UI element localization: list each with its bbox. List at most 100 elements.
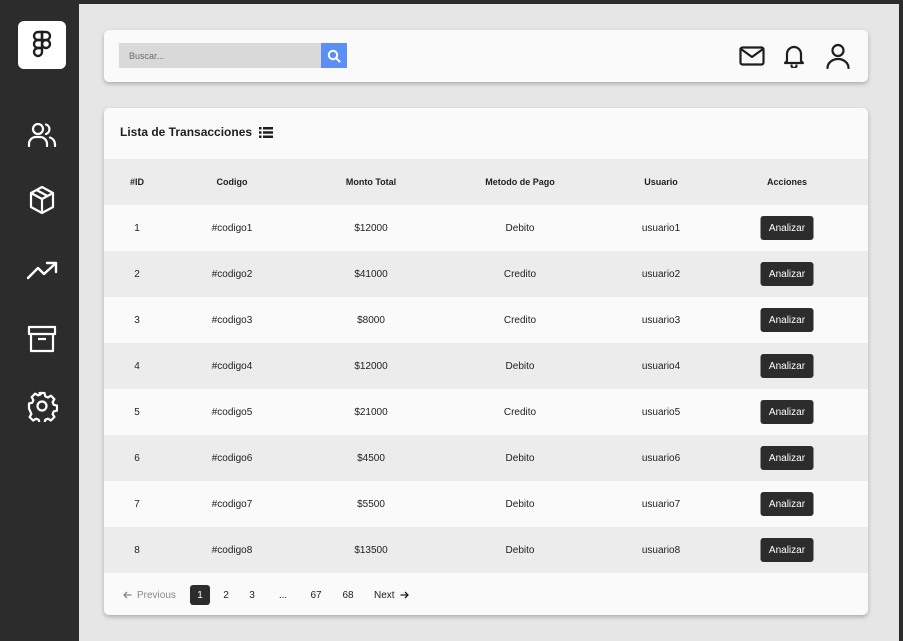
transactions-table: #ID Codigo Monto Total Metodo de Pago Us… (104, 159, 868, 573)
page-ellipsis: ... (278, 589, 288, 601)
cell-acciones: Analizar (760, 481, 814, 527)
cell-codigo: #codigo6 (211, 452, 253, 464)
search-button[interactable] (321, 43, 347, 68)
cell-monto: $8000 (357, 314, 385, 326)
cell-monto: $12000 (354, 222, 388, 234)
bell-icon[interactable] (780, 42, 808, 70)
cell-usuario: usuario6 (641, 452, 681, 464)
list-icon (259, 126, 274, 138)
card-title: Lista de Transacciones (120, 125, 274, 139)
table-row: 3 #codigo3 $8000 Credito usuario3 Analizar (104, 297, 868, 343)
transactions-card: Lista de Transacciones #ID Codigo Monto … (104, 108, 868, 615)
figma-logo-icon[interactable] (18, 21, 66, 69)
cell-id: 1 (134, 222, 140, 234)
cell-codigo: #codigo3 (211, 314, 253, 326)
cell-metodo: Credito (503, 406, 537, 418)
cell-acciones: Analizar (760, 527, 814, 573)
page-3[interactable]: 3 (242, 585, 262, 605)
cell-id: 4 (134, 360, 140, 372)
cell-acciones: Analizar (760, 297, 814, 343)
table-row: 2 #codigo2 $41000 Credito usuario2 Analizar (104, 251, 868, 297)
table-header: #ID Codigo Monto Total Metodo de Pago Us… (104, 159, 868, 205)
cell-codigo: #codigo5 (211, 406, 253, 418)
cell-usuario: usuario3 (641, 314, 681, 326)
analizar-button[interactable]: Analizar (760, 538, 814, 562)
trending-up-icon[interactable] (23, 251, 61, 289)
cell-usuario: usuario8 (641, 544, 681, 556)
analizar-button[interactable]: Analizar (760, 400, 814, 424)
cell-acciones: Analizar (760, 343, 814, 389)
cell-usuario: usuario7 (641, 498, 681, 510)
cell-codigo: #codigo4 (211, 360, 253, 372)
sidebar (0, 4, 79, 641)
cell-metodo: Debito (505, 498, 535, 510)
header-acciones: Acciones (766, 177, 808, 187)
header-monto: Monto Total (345, 177, 397, 187)
cell-id: 5 (134, 406, 140, 418)
analizar-button[interactable]: Analizar (760, 308, 814, 332)
cell-monto: $41000 (354, 268, 388, 280)
app-window: Lista de Transacciones #ID Codigo Monto … (0, 0, 903, 641)
page-2[interactable]: 2 (216, 585, 236, 605)
cell-usuario: usuario4 (641, 360, 681, 372)
next-button[interactable]: Next (374, 585, 409, 605)
cell-metodo: Debito (505, 452, 535, 464)
cell-acciones: Analizar (760, 389, 814, 435)
analizar-button[interactable]: Analizar (760, 354, 814, 378)
cell-monto: $12000 (354, 360, 388, 372)
mail-icon[interactable] (738, 42, 766, 70)
cell-id: 2 (134, 268, 140, 280)
cell-usuario: usuario5 (641, 406, 681, 418)
pagination: Previous 1 2 3 ... 67 68 Next (104, 585, 868, 605)
table-row: 4 #codigo4 $12000 Debito usuario4 Analizar (104, 343, 868, 389)
cell-monto: $13500 (354, 544, 388, 556)
header-id: #ID (129, 177, 145, 187)
cell-codigo: #codigo7 (211, 498, 253, 510)
top-bar (104, 30, 868, 82)
arrow-right-icon (400, 591, 409, 599)
cell-metodo: Credito (503, 268, 537, 280)
search-input[interactable] (119, 43, 321, 68)
box-icon[interactable] (23, 181, 61, 219)
page-68[interactable]: 68 (338, 585, 358, 605)
analizar-button[interactable]: Analizar (760, 446, 814, 470)
cell-codigo: #codigo1 (211, 222, 253, 234)
table-row: 5 #codigo5 $21000 Credito usuario5 Analizar (104, 389, 868, 435)
previous-button[interactable]: Previous (123, 585, 176, 605)
arrow-left-icon (123, 591, 132, 599)
analizar-button[interactable]: Analizar (760, 216, 814, 240)
users-icon[interactable] (23, 116, 61, 154)
cell-usuario: usuario2 (641, 268, 681, 280)
settings-icon[interactable] (23, 387, 61, 425)
search-icon (327, 49, 341, 62)
table-row: 6 #codigo6 $4500 Debito usuario6 Analizar (104, 435, 868, 481)
archive-icon[interactable] (23, 320, 61, 358)
cell-metodo: Debito (505, 544, 535, 556)
cell-metodo: Credito (503, 314, 537, 326)
cell-acciones: Analizar (760, 205, 814, 251)
table-row: 7 #codigo7 $5500 Debito usuario7 Analizar (104, 481, 868, 527)
cell-codigo: #codigo8 (211, 544, 253, 556)
cell-monto: $5500 (357, 498, 385, 510)
cell-id: 8 (134, 544, 140, 556)
cell-codigo: #codigo2 (211, 268, 253, 280)
page-1[interactable]: 1 (190, 585, 210, 605)
header-metodo: Metodo de Pago (485, 177, 555, 187)
cell-monto: $4500 (357, 452, 385, 464)
cell-acciones: Analizar (760, 435, 814, 481)
user-icon[interactable] (824, 42, 852, 70)
analizar-button[interactable]: Analizar (760, 262, 814, 286)
cell-id: 6 (134, 452, 140, 464)
cell-metodo: Debito (505, 360, 535, 372)
cell-usuario: usuario1 (641, 222, 681, 234)
header-codigo: Codigo (216, 177, 248, 187)
analizar-button[interactable]: Analizar (760, 492, 814, 516)
cell-monto: $21000 (354, 406, 388, 418)
table-row: 1 #codigo1 $12000 Debito usuario1 Analizar (104, 205, 868, 251)
header-usuario: Usuario (644, 177, 678, 187)
cell-metodo: Debito (505, 222, 535, 234)
table-row: 8 #codigo8 $13500 Debito usuario8 Analizar (104, 527, 868, 573)
page-67[interactable]: 67 (306, 585, 326, 605)
cell-id: 7 (134, 498, 140, 510)
cell-acciones: Analizar (760, 251, 814, 297)
